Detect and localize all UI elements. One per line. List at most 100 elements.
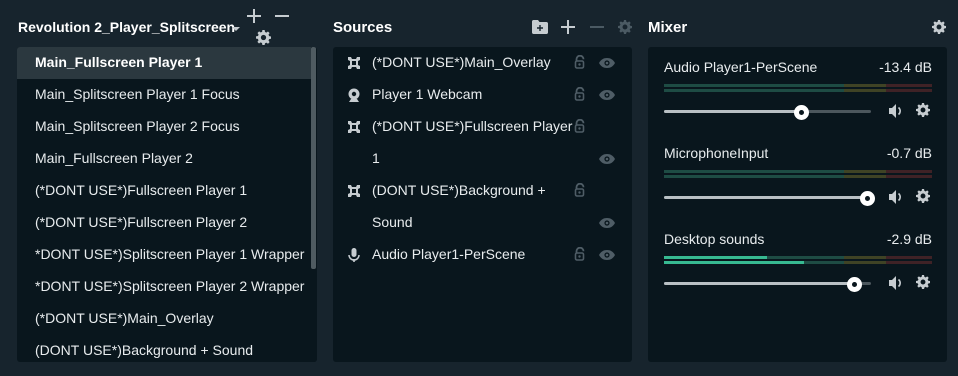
source-visibility-toggle[interactable]: [599, 216, 615, 228]
source-label: (DONT USE*)Background +: [372, 182, 546, 198]
add-scene-button[interactable]: [246, 8, 262, 24]
add-source-button[interactable]: [560, 19, 576, 35]
mixer-db-value: -0.7 dB: [886, 145, 932, 161]
eye-icon: [599, 90, 615, 100]
scene-icon: [348, 57, 360, 69]
scene-item[interactable]: (*DONT USE*)Fullscreen Player 1: [17, 175, 317, 207]
volume-icon: [889, 104, 901, 118]
scene-item[interactable]: Main_Fullscreen Player 1: [17, 47, 317, 79]
plus-icon: [247, 9, 261, 23]
source-row[interactable]: Audio Player1-PerScene: [333, 239, 632, 271]
gear-icon: [916, 275, 931, 289]
mixer-db-value: -2.9 dB: [886, 231, 932, 247]
source-label: Player 1 Webcam: [372, 86, 483, 102]
source-lock-toggle[interactable]: [573, 118, 587, 133]
sources-list: (*DONT USE*)Main_Overlay Player 1 Webcam (…: [333, 47, 632, 362]
mute-button[interactable]: [888, 189, 904, 205]
mixer-db-value: -13.4 dB: [879, 59, 932, 75]
mixer-item: Desktop sounds -2.9 dB: [664, 231, 932, 301]
source-label: 1: [372, 150, 380, 166]
source-lock-toggle[interactable]: [573, 54, 587, 69]
source-type-icon: [347, 56, 361, 70]
mixer-settings-button[interactable]: [931, 19, 947, 35]
scene-item[interactable]: *DONT USE*)Splitscreen Player 2 Wrapper: [17, 271, 317, 303]
scene-item[interactable]: Main_Splitscreen Player 2 Focus: [17, 111, 317, 143]
gear-icon: [932, 20, 946, 34]
volume-meter: [664, 170, 932, 179]
mixer-item: Audio Player1-PerScene -13.4 dB: [664, 59, 932, 129]
source-type-icon: [347, 248, 361, 262]
volume-slider[interactable]: [664, 105, 872, 120]
volume-icon: [889, 190, 901, 204]
mute-button[interactable]: [888, 275, 904, 291]
source-row[interactable]: 1: [333, 143, 632, 175]
mixer-panel: Audio Player1-PerScene -13.4 dB Microphone…: [648, 47, 947, 362]
source-row[interactable]: Sound: [333, 207, 632, 239]
source-lock-toggle[interactable]: [573, 86, 587, 101]
mixer-source-name: MicrophoneInput: [664, 145, 769, 161]
volume-slider-thumb[interactable]: [793, 105, 809, 120]
scene-collection-title[interactable]: Revolution 2_Player_Splitscreen: [18, 19, 235, 35]
source-lock-toggle[interactable]: [573, 182, 587, 197]
volume-icon: [889, 276, 901, 290]
eye-icon: [599, 250, 615, 260]
unlock-icon: [574, 54, 585, 69]
gear-icon: [916, 189, 931, 203]
volume-slider-thumb[interactable]: [859, 191, 875, 206]
volume-slider-thumb[interactable]: [847, 277, 863, 292]
source-type-icon: [347, 184, 361, 198]
eye-icon: [599, 218, 615, 228]
mixer-item-settings-button[interactable]: [916, 189, 932, 205]
source-label: Audio Player1-PerScene: [372, 246, 526, 262]
mixer-source-name: Desktop sounds: [664, 231, 765, 247]
mixer-item-settings-button[interactable]: [916, 275, 932, 291]
folder-plus-icon: [532, 20, 548, 34]
scene-item[interactable]: Main_Fullscreen Player 2: [17, 143, 317, 175]
eye-icon: [599, 58, 615, 68]
source-settings-button[interactable]: [617, 19, 633, 35]
source-visibility-toggle[interactable]: [599, 88, 615, 100]
minus-icon: [590, 26, 604, 28]
volume-slider[interactable]: [664, 277, 872, 292]
scenes-scrollbar-thumb[interactable]: [311, 47, 316, 269]
mute-button[interactable]: [888, 103, 904, 119]
volume-slider[interactable]: [664, 191, 875, 206]
microphone-icon: [348, 248, 360, 262]
mixer-item-settings-button[interactable]: [916, 103, 932, 119]
source-row[interactable]: Player 1 Webcam: [333, 79, 632, 111]
remove-source-button[interactable]: [589, 19, 605, 35]
mixer-item: MicrophoneInput -0.7 dB: [664, 145, 932, 215]
source-lock-toggle[interactable]: [573, 246, 587, 261]
gear-icon: [255, 29, 271, 45]
volume-meter: [664, 84, 932, 93]
source-label: Sound: [372, 214, 413, 230]
scene-item[interactable]: (DONT USE*)Background + Sound: [17, 335, 317, 362]
scene-icon: [348, 121, 360, 133]
source-row[interactable]: (*DONT USE*)Main_Overlay: [333, 47, 632, 79]
unlock-icon: [574, 86, 585, 101]
source-row[interactable]: (DONT USE*)Background +: [333, 175, 632, 207]
scene-item[interactable]: (*DONT USE*)Fullscreen Player 2: [17, 207, 317, 239]
gear-icon: [916, 103, 931, 117]
unlock-icon: [574, 182, 585, 197]
eye-icon: [599, 154, 615, 164]
source-visibility-toggle[interactable]: [599, 56, 615, 68]
source-label: (*DONT USE*)Main_Overlay: [372, 54, 551, 70]
add-folder-button[interactable]: [531, 19, 549, 35]
gear-icon: [618, 20, 632, 34]
sources-title: Sources: [333, 19, 393, 36]
minus-icon: [275, 15, 289, 17]
scenes-scrollbar[interactable]: [311, 47, 317, 362]
mixer-section: Mixer Audio Player1-PerScene -13.4 dB Micr…: [640, 0, 958, 376]
source-visibility-toggle[interactable]: [599, 152, 615, 164]
remove-scene-button[interactable]: [274, 8, 290, 24]
source-label: (*DONT USE*)Fullscreen Player: [372, 118, 573, 134]
source-row[interactable]: (*DONT USE*)Fullscreen Player: [333, 111, 632, 143]
scene-settings-button[interactable]: [255, 29, 271, 45]
chevron-down-icon[interactable]: [231, 25, 241, 33]
source-type-icon: [347, 88, 361, 102]
scene-item[interactable]: Main_Splitscreen Player 1 Focus: [17, 79, 317, 111]
scene-item[interactable]: (*DONT USE*)Main_Overlay: [17, 303, 317, 335]
source-visibility-toggle[interactable]: [599, 248, 615, 260]
scene-item[interactable]: *DONT USE*)Splitscreen Player 1 Wrapper: [17, 239, 317, 271]
